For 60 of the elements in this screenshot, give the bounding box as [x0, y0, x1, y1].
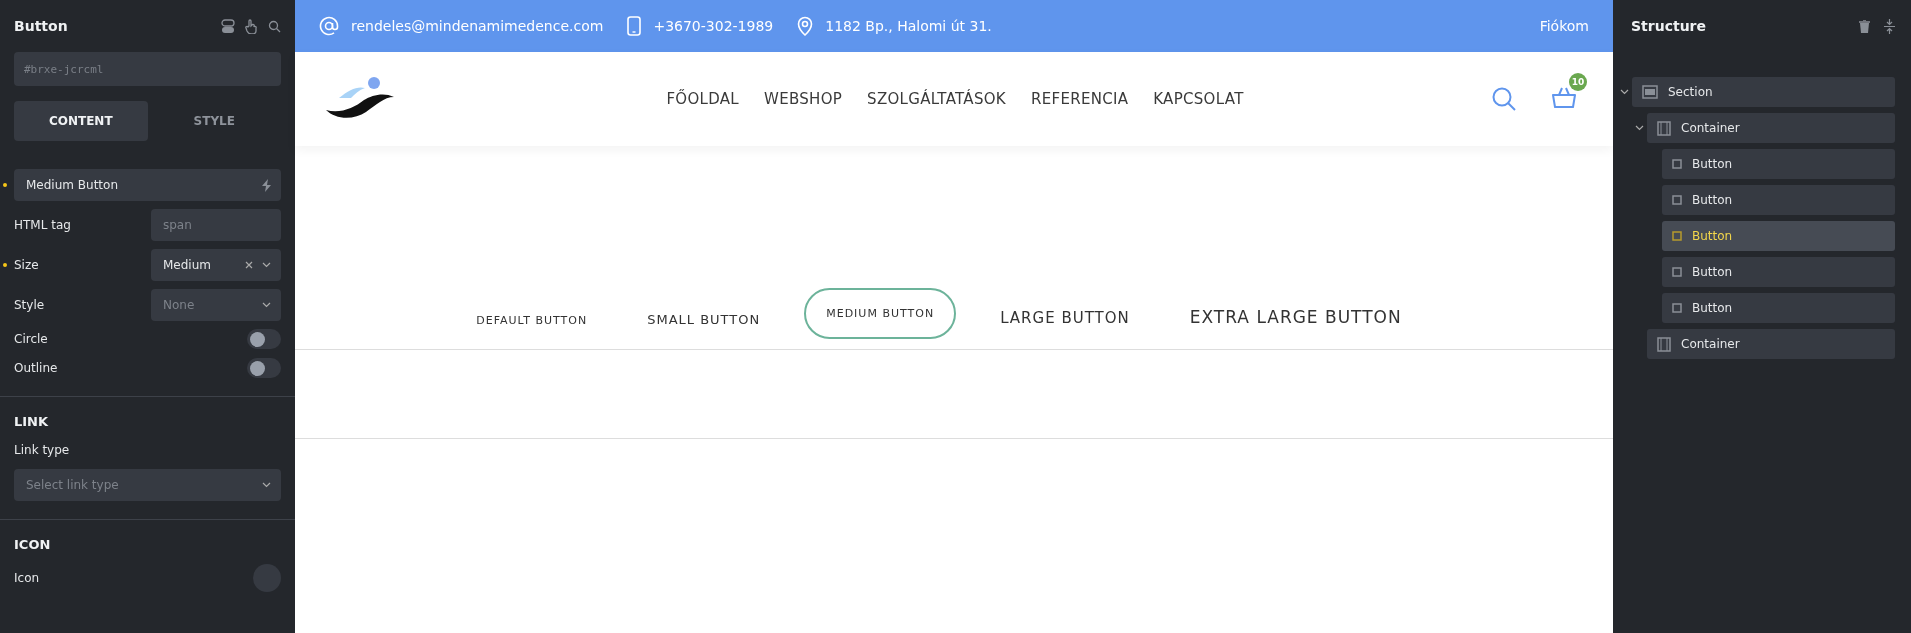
field-label: Circle [14, 332, 48, 346]
panel-tab[interactable]: STYLE [147, 101, 281, 141]
search-icon[interactable] [268, 19, 281, 33]
container-icon [1657, 120, 1671, 136]
chevron-down-icon [262, 482, 271, 488]
nav-link[interactable]: SZOLGÁLTATÁSOK [867, 90, 1006, 108]
field-label: Link type [14, 443, 71, 457]
section-icon [1642, 85, 1658, 99]
hand-pointer-icon[interactable] [245, 18, 258, 34]
square-icon [1672, 195, 1682, 205]
nav-link[interactable]: WEBSHOP [764, 90, 843, 108]
field-label: Icon [14, 571, 40, 585]
tree-item[interactable]: Section [1632, 77, 1895, 107]
field-label: Size [14, 258, 39, 272]
square-icon [1672, 303, 1682, 313]
tree-item[interactable]: Button [1662, 221, 1895, 251]
demo-button[interactable]: MEDIUM BUTTON [804, 288, 957, 339]
collapse-icon[interactable] [1884, 18, 1895, 34]
panel-tab[interactable]: CONTENT [14, 101, 148, 141]
toggle-switch[interactable] [247, 329, 281, 349]
phone-icon [627, 16, 642, 36]
toggle-icon[interactable] [221, 18, 235, 34]
section-title: ICON [14, 537, 52, 552]
at-sign-icon [319, 16, 339, 36]
phone-text: +3670-302-1989 [653, 18, 774, 34]
close-icon[interactable] [245, 261, 253, 269]
trash-icon[interactable] [1859, 19, 1870, 33]
field-label: Outline [14, 361, 58, 375]
tree-item[interactable]: Button [1662, 257, 1895, 287]
nav-link[interactable]: KAPCSOLAT [1153, 90, 1244, 108]
field-label: Style [14, 298, 45, 312]
container-icon [1657, 336, 1671, 352]
chevron-down-icon [1620, 89, 1629, 95]
tree-item[interactable]: Container [1647, 113, 1895, 143]
panel-title: Button [14, 18, 68, 34]
address-text: 1182 Bp., Halomi út 31. [825, 18, 992, 34]
chevron-down-icon [262, 262, 271, 268]
id-field[interactable]: #brxe-jcrcml [14, 52, 281, 86]
select-field[interactable]: Medium [151, 249, 281, 281]
tree-item[interactable]: Button [1662, 149, 1895, 179]
chevron-down-icon [1635, 125, 1644, 131]
tree-item[interactable]: Button [1662, 293, 1895, 323]
tree-item[interactable]: Container [1647, 329, 1895, 359]
nav-link[interactable]: FŐOLDAL [666, 90, 739, 108]
nav-link[interactable]: REFERENCIA [1030, 90, 1129, 108]
chevron-down-icon [262, 302, 271, 308]
cart-count-badge: 10 [1569, 73, 1587, 91]
square-icon [1672, 159, 1682, 169]
text-field[interactable]: Medium Button [14, 169, 281, 201]
square-icon [1672, 231, 1682, 241]
square-icon [1672, 267, 1682, 277]
email-text: rendeles@mindenamimedence.com [351, 18, 604, 34]
location-pin-icon [797, 16, 814, 36]
panel-title: Structure [1631, 18, 1706, 34]
tree-item[interactable]: Button [1662, 185, 1895, 215]
search-icon[interactable] [1491, 86, 1517, 112]
field-label: HTML tag [14, 218, 71, 232]
lightning-icon[interactable] [262, 178, 271, 192]
section-title: LINK [14, 414, 50, 429]
toggle-switch[interactable] [247, 358, 281, 378]
